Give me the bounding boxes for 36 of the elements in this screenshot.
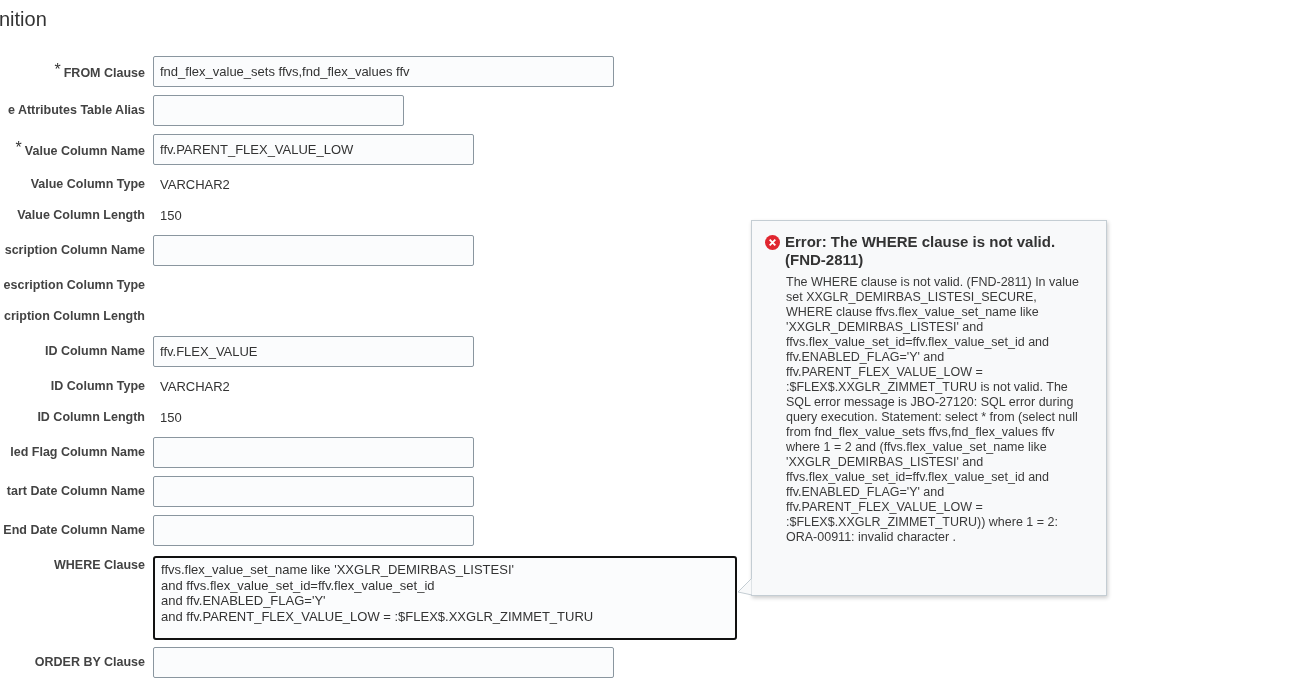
field-label: WHERE Clause <box>54 557 145 574</box>
field-label: End Date Column Name <box>3 522 145 540</box>
text-field[interactable] <box>153 95 404 126</box>
field-value: VARCHAR2 <box>159 377 230 396</box>
text-field[interactable] <box>153 647 614 678</box>
field-label: Value Column Name <box>24 142 145 160</box>
required-asterisk: * <box>54 59 61 80</box>
text-field[interactable] <box>153 437 474 468</box>
required-asterisk: * <box>15 137 22 158</box>
error-title: Error: The WHERE clause is not valid. (FND-2811) <box>785 233 1057 269</box>
field-label: Value Column Length <box>17 207 145 225</box>
text-field[interactable]: ffv.PARENT_FLEX_VALUE_LOW <box>153 134 474 165</box>
field-label: scription Column Name <box>4 242 145 260</box>
field-label: ORDER BY Clause <box>34 654 145 672</box>
text-field[interactable] <box>153 476 474 507</box>
field-label: FROM Clause <box>63 64 145 82</box>
text-field[interactable] <box>153 515 474 546</box>
field-value: 150 <box>159 408 182 427</box>
field-label: ID Column Name <box>45 343 145 361</box>
error-message: The WHERE clause is not valid. (FND-2811) In value set XXGLR_DEMIRBAS_LISTESI_SECURE, WHERE clause ffvs.flex_value_set_name like 'XXGLR_DEMIRBAS_LISTESI' and ffvs.flex_value_set_id=ffv.flex_value_set_id and ffv.ENABLED_FLAG='Y' and ffv.PARENT_FLEX_VALUE_LOW = :$FLEX$.XXGLR_ZIMMET_TURU is not valid. The SQL error message is JBO-27120: SQL error during query execution. Statement: select * from (select null from fnd_flex_value_sets ffvs,fnd_flex_values ffv where 1 = 2 and (ffvs.flex_value_set_name like 'XXGLR_DEMIRBAS_LISTESI' and ffvs.flex_value_set_id=ffv.flex_value_set_id and ffv.ENABLED_FLAG='Y' and ffv.PARENT_FLEX_VALUE_LOW = :$FLEX$.XXGLR_ZIMMET_TURU)) where 1 = 2: ORA-00911: invalid character . <box>786 275 1080 545</box>
field-label: tart Date Column Name <box>6 483 145 501</box>
field-label: e Attributes Table Alias <box>7 102 145 120</box>
field-label: ID Column Type <box>50 378 145 396</box>
field-value: 150 <box>159 206 182 225</box>
field-label: Value Column Type <box>30 176 145 194</box>
page-title: nition <box>0 8 47 30</box>
error-icon <box>765 235 780 250</box>
field-label: escription Column Type <box>3 277 145 295</box>
field-value: VARCHAR2 <box>159 175 230 194</box>
where-clause-field[interactable]: ffvs.flex_value_set_name like 'XXGLR_DEMIRBAS_LISTESI' and ffvs.flex_value_set_id=ffv.flex_value_set_id and ffv.ENABLED_FLAG='Y' and ffv.PARENT_FLEX_VALUE_LOW = :$FLEX$.XXGLR_ZIMMET_TURU <box>153 556 737 640</box>
text-field[interactable]: ffv.FLEX_VALUE <box>153 336 474 367</box>
field-label: ID Column Length <box>37 409 145 427</box>
text-field[interactable]: fnd_flex_value_sets ffvs,fnd_flex_values ffv <box>153 56 614 87</box>
field-label: cription Column Length <box>4 308 145 326</box>
text-field[interactable] <box>153 235 474 266</box>
field-label: led Flag Column Name <box>10 444 145 462</box>
